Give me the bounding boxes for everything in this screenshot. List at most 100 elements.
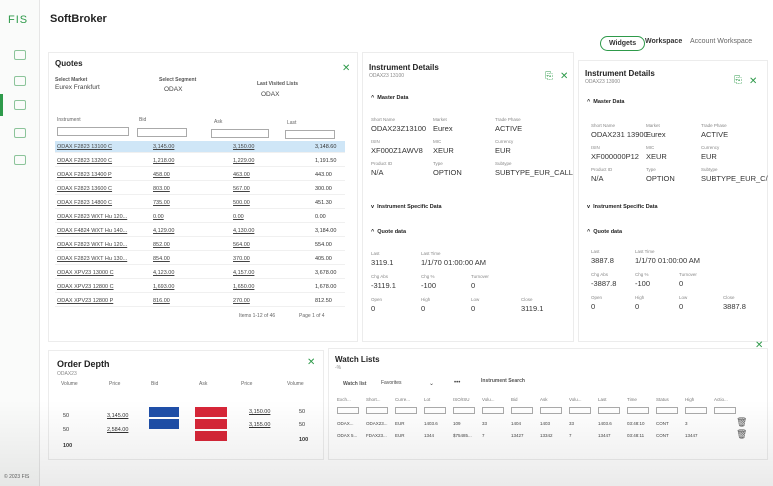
wl-col-header[interactable]: Volu... [482, 397, 495, 402]
menu-icon[interactable] [14, 155, 26, 165]
quote-instrument-link[interactable]: ODAX XPV23 13000 C [57, 270, 114, 276]
wl-col-header[interactable]: Lot [424, 397, 430, 402]
wl-filter-input[interactable] [656, 407, 678, 414]
quote-ask[interactable]: 500.00 [233, 200, 250, 206]
pin-icon[interactable]: ⎘ [734, 75, 742, 86]
watch-list-select[interactable]: Favorites [381, 380, 402, 386]
quote-ask[interactable]: 567.00 [233, 186, 250, 192]
quote-row[interactable]: ODAX XPV23 12800 P 816.00 270.00 812.50 [55, 295, 345, 307]
wl-cell[interactable]: ODAX 5... [337, 433, 357, 438]
quote-row[interactable]: ODAX XPV23 12800 C 1,693.00 1,650.00 1,678.… [55, 281, 345, 293]
wl-col-header[interactable]: Status [656, 397, 669, 402]
wl-cell[interactable]: ODAX... [337, 421, 354, 426]
spec-data-section[interactable]: v Instrument Specific Data [587, 204, 658, 210]
master-data-section[interactable]: ^ Master Data [371, 95, 408, 101]
spec-data-section[interactable]: v Instrument Specific Data [371, 204, 442, 210]
widgets-button[interactable]: Widgets [600, 36, 646, 51]
globe-icon[interactable] [14, 50, 26, 60]
quote-instrument-link[interactable]: ODAX F2823 WXT Hu 120... [57, 214, 127, 220]
quote-instrument-link[interactable]: ODAX F2823 13400 P [57, 172, 112, 178]
wl-filter-input[interactable] [366, 407, 388, 414]
instrument-filter-input[interactable] [57, 127, 129, 136]
wl-filter-input[interactable] [395, 407, 417, 414]
wl-col-header[interactable]: Bid [511, 397, 518, 402]
quote-ask[interactable]: 4,157.00 [233, 270, 254, 276]
quote-row[interactable]: ODAX F2823 WXT Hu 120... 0.00 0.00 0.00 [55, 211, 345, 223]
pager-page[interactable]: Page 1 of 4 [299, 313, 325, 319]
quote-row[interactable]: ODAX XPV23 13000 C 4,123.00 4,157.00 3,678.… [55, 267, 345, 279]
monitor-icon[interactable] [14, 100, 26, 110]
wl-col-header[interactable]: Ask [540, 397, 548, 402]
wl-col-header[interactable]: ISO/ISU [453, 397, 470, 402]
quote-bid[interactable]: 1,218.00 [153, 158, 174, 164]
quote-instrument-link[interactable]: ODAX F2823 14800 C [57, 200, 112, 206]
trash-icon[interactable]: 🗑 [736, 417, 747, 428]
wl-col-header[interactable]: Volu... [569, 397, 582, 402]
quote-row[interactable]: ODAX F4824 WXT Hu 140... 4,129.00 4,130.00… [55, 225, 345, 237]
od-ask-price[interactable]: 3,155.00 [249, 422, 270, 428]
wl-col-header[interactable]: High [685, 397, 694, 402]
wl-filter-input[interactable] [714, 407, 736, 414]
col-last[interactable]: Last [287, 120, 296, 126]
list-icon[interactable] [14, 128, 26, 138]
select-market-dropdown[interactable]: Eurex Frankfurt [55, 84, 100, 91]
quote-ask[interactable]: 270.00 [233, 298, 250, 304]
last-filter-input[interactable] [285, 130, 335, 139]
quote-ask[interactable]: 463.00 [233, 172, 250, 178]
workspace-select[interactable]: Account Workspace [690, 38, 752, 45]
quote-bid[interactable]: 458.00 [153, 172, 170, 178]
od-ask-price[interactable]: 3,150.00 [249, 409, 270, 415]
wl-filter-input[interactable] [685, 407, 707, 414]
instrument-search[interactable]: Instrument Search [481, 378, 525, 384]
quote-row[interactable]: ODAX F2823 WXT Hu 120... 852.00 564.00 554.… [55, 239, 345, 251]
quote-bid[interactable]: 854.00 [153, 256, 170, 262]
quote-ask[interactable]: 3,150.00 [233, 144, 254, 150]
trash-icon[interactable]: 🗑 [736, 429, 747, 440]
wl-col-header[interactable]: Curre... [395, 397, 410, 402]
quote-bid[interactable]: 816.00 [153, 298, 170, 304]
quote-ask[interactable]: 0.00 [233, 214, 244, 220]
close-icon[interactable]: ✕ [307, 357, 315, 368]
master-data-section[interactable]: ^ Master Data [587, 99, 624, 105]
wl-filter-input[interactable] [569, 407, 591, 414]
wl-filter-input[interactable] [482, 407, 504, 414]
quote-bid[interactable]: 4,129.00 [153, 228, 174, 234]
bid-filter-input[interactable] [137, 128, 187, 137]
quote-bid[interactable]: 803.00 [153, 186, 170, 192]
wl-filter-input[interactable] [511, 407, 533, 414]
od-bid-price[interactable]: 2,584.00 [107, 427, 128, 433]
close-icon[interactable]: ✕ [342, 63, 350, 74]
close-icon[interactable]: ✕ [749, 76, 757, 87]
quote-bid[interactable]: 735.00 [153, 200, 170, 206]
wl-filter-input[interactable] [453, 407, 475, 414]
quote-ask[interactable]: 1,229.00 [233, 158, 254, 164]
wl-col-header[interactable]: Last [598, 397, 607, 402]
quote-row[interactable]: ODAX F2823 13200 C 1,218.00 1,229.00 1,191.… [55, 155, 345, 167]
wl-filter-input[interactable] [598, 407, 620, 414]
chevron-down-icon[interactable]: ⌄ [429, 380, 434, 387]
quote-row[interactable]: ODAX F2823 13600 C 803.00 567.00 300.00 [55, 183, 345, 195]
wl-col-header[interactable]: Exch... [337, 397, 351, 402]
quote-instrument-link[interactable]: ODAX F2823 13200 C [57, 158, 112, 164]
quote-instrument-link[interactable]: ODAX F2823 WXT Hu 120... [57, 242, 127, 248]
more-icon[interactable]: ••• [454, 380, 460, 386]
wl-col-header[interactable]: Short... [366, 397, 381, 402]
quote-ask[interactable]: 1,650.00 [233, 284, 254, 290]
select-segment-dropdown[interactable]: ODAX [164, 86, 182, 93]
quote-bid[interactable]: 852.00 [153, 242, 170, 248]
quote-instrument-link[interactable]: ODAX XPV23 12800 P [57, 298, 113, 304]
quote-instrument-link[interactable]: ODAX F4824 WXT Hu 140... [57, 228, 127, 234]
col-instrument[interactable]: Instrument [57, 117, 81, 123]
col-ask[interactable]: Ask [214, 119, 222, 125]
wl-filter-input[interactable] [337, 407, 359, 414]
wl-cell[interactable]: FDAX23... [366, 433, 387, 438]
quote-data-section[interactable]: ^ Quote data [371, 229, 406, 235]
wl-col-header[interactable]: Time [627, 397, 637, 402]
quote-bid[interactable]: 4,123.00 [153, 270, 174, 276]
quote-instrument-link[interactable]: ODAX XPV23 12800 C [57, 284, 114, 290]
watch-list-tab[interactable]: Watch list [343, 381, 366, 387]
col-bid[interactable]: Bid [139, 117, 146, 123]
pin-icon[interactable]: ⎘ [545, 71, 553, 82]
quote-row[interactable]: ODAX F2823 14800 C 735.00 500.00 451.30 [55, 197, 345, 209]
wl-filter-input[interactable] [424, 407, 446, 414]
